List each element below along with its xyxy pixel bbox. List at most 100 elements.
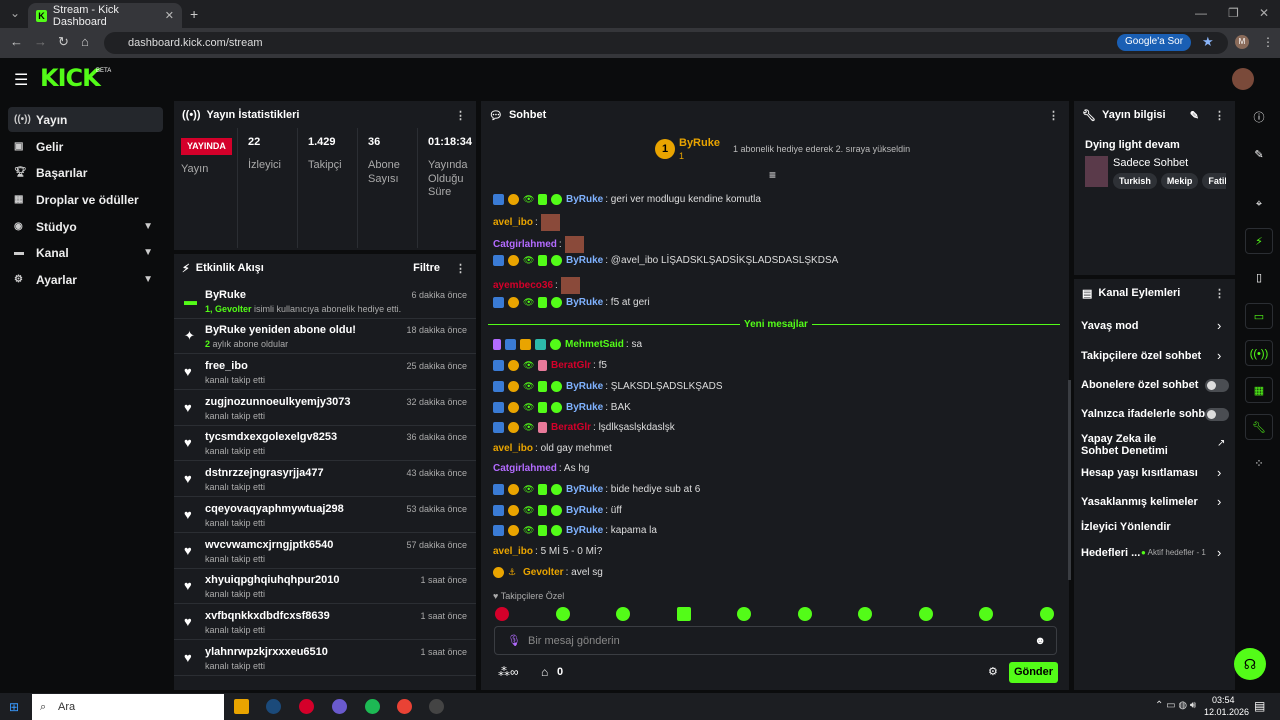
chat-username[interactable]: avel_ibo: [493, 443, 533, 454]
file-explorer-icon[interactable]: [234, 699, 249, 714]
sidebar-item-ayarlar[interactable]: ⚙ Ayarlar ▼: [8, 267, 163, 292]
scroll-down-icon[interactable]: ≡: [769, 168, 776, 182]
quick-emote[interactable]: [555, 607, 570, 621]
chat-username[interactable]: Gevolter: [523, 567, 564, 578]
chat-message[interactable]: 👁︎ ByRuke: ŞLAKSDLŞADSLKŞADS: [493, 381, 723, 392]
external-link-icon[interactable]: ↗: [1217, 438, 1225, 449]
emote-only-toggle[interactable]: [1205, 408, 1229, 421]
infinity-icon[interactable]: ⁂∞: [498, 665, 519, 679]
sidebar-item-yayin[interactable]: ((•)) Yayın: [8, 107, 163, 132]
chat-username[interactable]: MehmetSaid: [565, 339, 624, 350]
camera-icon[interactable]: ⌖: [1245, 191, 1273, 217]
banned-words-item[interactable]: Yasaklanmış kelimeler: [1081, 496, 1198, 508]
chat-message[interactable]: 👁︎ ByRuke: f5 at geri: [493, 297, 650, 308]
opera-icon[interactable]: [299, 699, 314, 714]
emoji-icon[interactable]: ☻: [1034, 635, 1046, 647]
chat-username[interactable]: avel_ibo: [493, 546, 533, 557]
quick-emote[interactable]: [676, 607, 691, 621]
tab-search-icon[interactable]: ⌄: [10, 6, 20, 20]
user-avatar[interactable]: [1232, 68, 1254, 90]
chrome-icon[interactable]: [397, 699, 412, 714]
send-button[interactable]: Gönder: [1009, 662, 1058, 683]
chat-message[interactable]: 👁︎ BeratGlr: lşdlkşaslşkdaslşk: [493, 422, 675, 433]
followers-chat-item[interactable]: Takipçilere özel sohbet: [1081, 350, 1201, 362]
quick-emote[interactable]: [858, 607, 872, 621]
broadcast-icon[interactable]: ((•)): [1245, 340, 1273, 366]
notification-icon[interactable]: ▤: [1254, 699, 1265, 713]
activity-item[interactable]: ♥ tycsmdxexgolexelgv8253 kanalı takip et…: [174, 427, 476, 461]
chat-message[interactable]: Catgirlahmed: As hg: [493, 463, 589, 474]
chat-username[interactable]: ByRuke: [566, 402, 603, 413]
menu-hamburger-icon[interactable]: ☰: [14, 70, 28, 90]
forward-icon[interactable]: →: [34, 34, 47, 49]
chat-username[interactable]: Catgirlahmed: [493, 239, 557, 250]
browser-tab[interactable]: K Stream - Kick Dashboard ✕: [28, 3, 182, 28]
chat-message[interactable]: MehmetSaid: sa: [493, 339, 642, 350]
chat-message[interactable]: 👁︎ ByRuke: BAK: [493, 402, 631, 413]
chevron-right-icon[interactable]: ›: [1217, 494, 1221, 509]
quick-emote[interactable]: [616, 607, 630, 621]
new-tab-icon[interactable]: +: [190, 6, 198, 22]
support-headset-icon[interactable]: ☊: [1234, 648, 1266, 680]
apps-icon[interactable]: ⁘: [1245, 451, 1273, 477]
spotify-icon[interactable]: [365, 699, 380, 714]
reload-icon[interactable]: ↻: [58, 34, 69, 50]
chevron-right-icon[interactable]: ›: [1217, 348, 1221, 363]
clipboard-icon[interactable]: ▯: [1245, 265, 1273, 291]
layout-icon[interactable]: ▦: [1245, 377, 1273, 403]
category-name[interactable]: Sadece Sohbet: [1113, 157, 1188, 169]
pencil-icon[interactable]: ✎: [1245, 142, 1273, 168]
home-icon[interactable]: ⌂: [81, 34, 89, 49]
activity-item[interactable]: ♥ dstnrzzejngrasyrjja477 kanalı takip et…: [174, 463, 476, 497]
quick-emote[interactable]: [979, 607, 993, 621]
more-icon[interactable]: ⋮: [455, 109, 466, 122]
sidebar-item-kanal[interactable]: ▬ Kanal ▼: [8, 240, 163, 265]
activity-item[interactable]: ♥ free_ibo kanalı takip etti 25 dakika ö…: [174, 356, 476, 390]
chat-message[interactable]: ⚓︎ Gevolter: avel sg: [493, 567, 603, 578]
url-field[interactable]: dashboard.kick.com/stream: [104, 32, 1228, 54]
close-tab-icon[interactable]: ✕: [165, 9, 174, 22]
more-icon[interactable]: ⋮: [1214, 109, 1225, 122]
scrollbar[interactable]: [1068, 380, 1071, 580]
chevron-right-icon[interactable]: ›: [1217, 545, 1221, 560]
bolt-icon[interactable]: ⚡︎: [1245, 228, 1273, 254]
chat-message[interactable]: avel_ibo:: [493, 214, 560, 231]
chat-message[interactable]: avel_ibo: 5 Mİ 5 - 0 Mİ?: [493, 546, 602, 557]
activity-item[interactable]: ▬ ByRuke 1, Gevolter isimli kullanıcıya …: [174, 285, 476, 319]
chat-username[interactable]: avel_ibo: [493, 217, 533, 228]
chat-username[interactable]: ByRuke: [566, 297, 603, 308]
chat-message[interactable]: ayembeco36:: [493, 277, 580, 294]
kick-logo[interactable]: KICK: [40, 64, 101, 92]
activity-item[interactable]: ✦ ByRuke yeniden abone oldu! 2 aylık abo…: [174, 320, 476, 354]
chat-username[interactable]: ByRuke: [566, 194, 603, 205]
wrench-icon[interactable]: 🔧︎: [1245, 414, 1273, 440]
more-icon[interactable]: ⋮: [455, 262, 466, 275]
tag[interactable]: FatihT: [1202, 173, 1226, 189]
back-icon[interactable]: ←: [10, 34, 23, 49]
activity-item[interactable]: ♥ zugjnozunnoeulkyemjy3073 kanalı takip …: [174, 392, 476, 426]
chat-message[interactable]: avel_ibo: old gay mehmet: [493, 443, 612, 454]
quick-emote[interactable]: [797, 607, 812, 621]
mic-icon[interactable]: 🎙︎: [507, 634, 521, 647]
close-window-icon[interactable]: ✕: [1259, 6, 1269, 20]
subs-chat-toggle[interactable]: [1205, 379, 1229, 392]
chat-message[interactable]: 👁︎ ByRuke: geri ver modlugu kendine komut…: [493, 194, 761, 205]
tag[interactable]: Mekip: [1160, 173, 1199, 189]
edit-icon[interactable]: ✎: [1190, 109, 1199, 122]
chevron-right-icon[interactable]: ›: [1217, 318, 1221, 333]
activity-item[interactable]: ♥ ylahnrwpzkjrxxxeu6510 kanalı takip ett…: [174, 642, 476, 676]
quick-emote[interactable]: [1039, 607, 1054, 621]
discord-icon[interactable]: [332, 699, 347, 714]
profile-avatar[interactable]: M: [1235, 35, 1249, 49]
filter-button[interactable]: Filtre: [413, 262, 440, 274]
maximize-icon[interactable]: ❐: [1228, 6, 1239, 20]
chat-username[interactable]: ayembeco36: [493, 280, 553, 291]
chat-username[interactable]: ByRuke: [566, 525, 603, 536]
chevron-right-icon[interactable]: ›: [1217, 465, 1221, 480]
windows-start-icon[interactable]: ⊞: [9, 700, 19, 714]
gift-points-icon[interactable]: ⌂: [541, 665, 548, 679]
sidebar-item-basarilar[interactable]: 🏆︎ Başarılar: [8, 160, 163, 185]
taskbar-search[interactable]: ⌕ Ara: [32, 694, 224, 720]
goals-item[interactable]: Hedefleri ...: [1081, 547, 1140, 559]
chat-message[interactable]: 👁︎ ByRuke: @avel_ibo LİŞADSKLŞADSİKŞLADSD…: [493, 255, 838, 266]
